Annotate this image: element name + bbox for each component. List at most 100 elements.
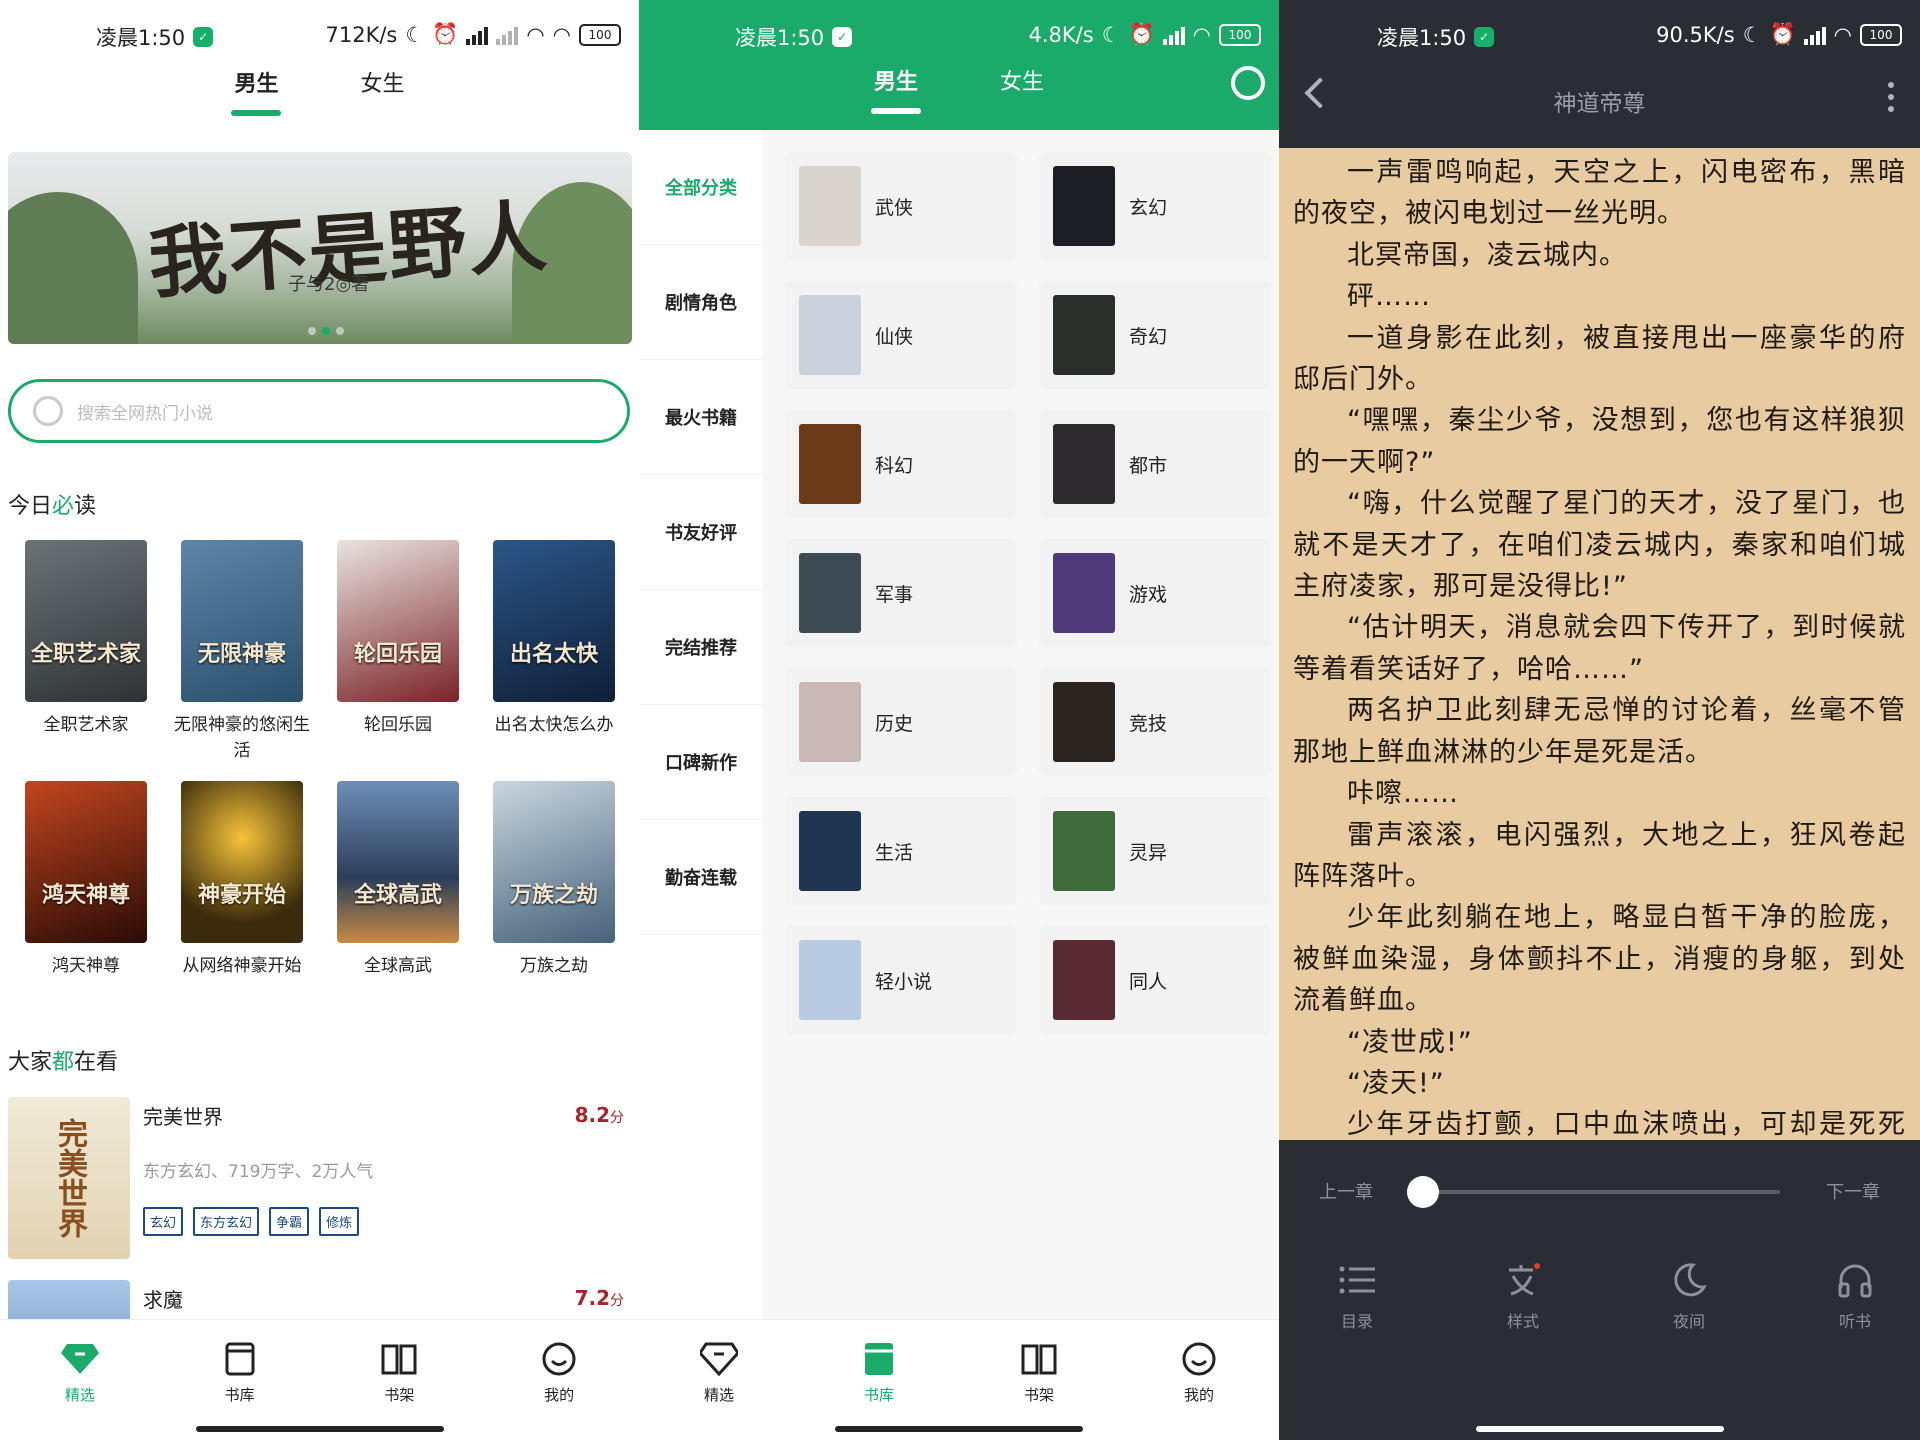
tab-female[interactable]: 女生 <box>355 66 411 122</box>
sidebar-item[interactable]: 书友好评 <box>639 475 763 590</box>
home-indicator[interactable] <box>1475 1426 1724 1432</box>
category-sidebar: 全部分类 剧情角色 最火书籍 书友好评 完结推荐 口碑新作 勤奋连载 <box>639 130 764 1320</box>
sidebar-item[interactable]: 完结推荐 <box>639 590 763 705</box>
paragraph: “嘿嘿，秦尘少爷，没想到，您也有这样狼狈的一天啊?” <box>1293 405 1906 478</box>
tag[interactable]: 争霸 <box>269 1207 310 1236</box>
category-cover <box>799 553 861 633</box>
nav-me[interactable]: 我的 <box>499 1320 619 1440</box>
tab-female[interactable]: 女生 <box>994 64 1050 120</box>
status-bar: 凌晨1:50 ✓ 4.8K/s ☾ ⏰ ◠ 100 <box>639 0 1279 74</box>
sidebar-item[interactable]: 剧情角色 <box>639 245 763 360</box>
category-card[interactable]: 科幻 <box>785 410 1017 518</box>
category-card[interactable]: 军事 <box>785 539 1017 647</box>
book-card[interactable]: 全职艺术家 全职艺术家 <box>8 540 164 764</box>
nav-featured[interactable]: 精选 <box>659 1320 779 1440</box>
chapter-progress-slider[interactable] <box>1407 1176 1780 1208</box>
category-cover <box>1053 166 1115 246</box>
toc-button[interactable]: 目录 <box>1297 1258 1417 1332</box>
hotspot-icon: ◠ <box>552 22 571 47</box>
slider-knob[interactable] <box>1407 1176 1439 1208</box>
paragraph: 少年牙齿打颤，口中血沫喷出，可却是死死咬 <box>1347 1109 1906 1140</box>
book-cover: 完美世界 <box>8 1097 130 1259</box>
nav-featured[interactable]: 精选 <box>20 1320 140 1440</box>
popular-book-item[interactable]: 求魔 7.2分 <box>8 1280 630 1320</box>
category-card[interactable]: 生活 <box>785 797 1017 905</box>
nav-me[interactable]: 我的 <box>1139 1320 1259 1440</box>
category-card[interactable]: 玄幻 <box>1039 152 1271 260</box>
paragraph: 砰…… <box>1347 281 1431 313</box>
tab-male[interactable]: 男生 <box>868 64 924 120</box>
search-icon <box>33 396 63 426</box>
category-card[interactable]: 武侠 <box>785 152 1017 260</box>
nav-bookshelf[interactable]: 书架 <box>979 1320 1099 1440</box>
category-cover <box>1053 682 1115 762</box>
more-icon[interactable] <box>1888 82 1894 112</box>
status-bar: 凌晨1:50 ✓ 712K/s ☾ ⏰ ◠ ◠ 100 <box>0 0 639 74</box>
book-title: 万族之劫 <box>520 956 588 976</box>
tab-male[interactable]: 男生 <box>228 66 284 122</box>
listen-button[interactable]: 听书 <box>1795 1258 1915 1332</box>
diamond-icon <box>700 1340 738 1378</box>
book-cover: 神豪开始 <box>181 781 303 943</box>
wifi-icon: ◠ <box>1192 22 1211 47</box>
sidebar-item[interactable]: 最火书籍 <box>639 360 763 475</box>
book-card[interactable]: 全球高武 全球高武 <box>320 781 476 979</box>
category-card[interactable]: 奇幻 <box>1039 281 1271 389</box>
text-style-icon <box>1501 1258 1545 1302</box>
book-card[interactable]: 万族之劫 万族之劫 <box>476 781 632 979</box>
book-card[interactable]: 鸿天神尊 鸿天神尊 <box>8 781 164 979</box>
category-card[interactable]: 轻小说 <box>785 926 1017 1034</box>
category-card[interactable]: 游戏 <box>1039 539 1271 647</box>
popular-book-item[interactable]: 完美世界 完美世界 8.2分 东方玄幻、719万字、2万人气 玄幻 东方玄幻 争… <box>8 1097 630 1259</box>
gender-tabs: 男生 女生 <box>639 64 1279 120</box>
tag[interactable]: 东方玄幻 <box>193 1207 260 1236</box>
reading-area[interactable]: 一声雷鸣响起，天空之上，闪电密布，黑暗的夜空，被闪电划过一丝光明。 北冥帝国，凌… <box>1279 148 1920 1140</box>
tag[interactable]: 修炼 <box>319 1207 360 1236</box>
sidebar-item-all[interactable]: 全部分类 <box>639 130 763 245</box>
category-card[interactable]: 仙侠 <box>785 281 1017 389</box>
banner-pager <box>308 327 344 335</box>
signal-icon <box>1803 25 1826 45</box>
style-button[interactable]: 样式 <box>1463 1258 1583 1332</box>
moon-icon: ☾ <box>1742 22 1762 47</box>
paragraph: “凌世成!” <box>1347 1026 1473 1058</box>
battery-icon: 100 <box>1860 23 1902 46</box>
book-cover: 无限神豪 <box>181 540 303 702</box>
home-indicator[interactable] <box>195 1426 444 1432</box>
category-grid: 武侠 玄幻 仙侠 奇幻 科幻 都市 军事 游戏 历史 竞技 生活 灵异 轻小说 … <box>763 130 1279 1320</box>
category-card[interactable]: 竞技 <box>1039 668 1271 776</box>
book-card[interactable]: 出名太快 出名太快怎么办 <box>476 540 632 764</box>
book-card[interactable]: 轮回乐园 轮回乐园 <box>320 540 476 764</box>
featured-banner[interactable]: 我不是野人 子与2◎著 <box>8 152 632 344</box>
night-mode-button[interactable]: 夜间 <box>1629 1258 1749 1332</box>
tag[interactable]: 玄幻 <box>143 1207 184 1236</box>
book-cover: 出名太快 <box>493 540 615 702</box>
sidebar-item[interactable]: 口碑新作 <box>639 705 763 820</box>
book-card[interactable]: 无限神豪 无限神豪的悠闲生活 <box>164 540 320 764</box>
category-cover <box>799 295 861 375</box>
sidebar-item[interactable]: 勤奋连载 <box>639 820 763 935</box>
next-chapter-button[interactable]: 下一章 <box>1826 1178 1880 1204</box>
search-box[interactable]: 搜索全网热门小说 <box>8 379 630 443</box>
battery-icon: 100 <box>579 23 621 46</box>
book-card[interactable]: 神豪开始 从网络神豪开始 <box>164 781 320 979</box>
category-card[interactable]: 灵异 <box>1039 797 1271 905</box>
paragraph: 雷声滚滚，电闪强烈，大地之上，狂风卷起阵阵落叶。 <box>1293 819 1906 892</box>
category-card[interactable]: 都市 <box>1039 410 1271 518</box>
home-indicator[interactable] <box>835 1426 1083 1432</box>
paragraph: “凌天!” <box>1347 1067 1445 1099</box>
status-bar: 凌晨1:50 ✓ 90.5K/s ☾ ⏰ ◠ 100 <box>1279 0 1920 74</box>
category-card[interactable]: 同人 <box>1039 926 1271 1034</box>
book-cover: 轮回乐园 <box>337 540 459 702</box>
diamond-icon <box>60 1340 99 1378</box>
search-icon[interactable] <box>1231 66 1265 100</box>
moon-icon: ☾ <box>1101 22 1121 47</box>
nav-library[interactable]: 书库 <box>819 1320 939 1440</box>
network-speed: 90.5K/s <box>1656 22 1735 47</box>
nav-library[interactable]: 书库 <box>180 1320 300 1440</box>
prev-chapter-button[interactable]: 上一章 <box>1319 1178 1373 1204</box>
moon-icon: ☾ <box>405 22 425 47</box>
nav-bookshelf[interactable]: 书架 <box>339 1320 459 1440</box>
network-speed: 4.8K/s <box>1028 22 1094 47</box>
category-card[interactable]: 历史 <box>785 668 1017 776</box>
